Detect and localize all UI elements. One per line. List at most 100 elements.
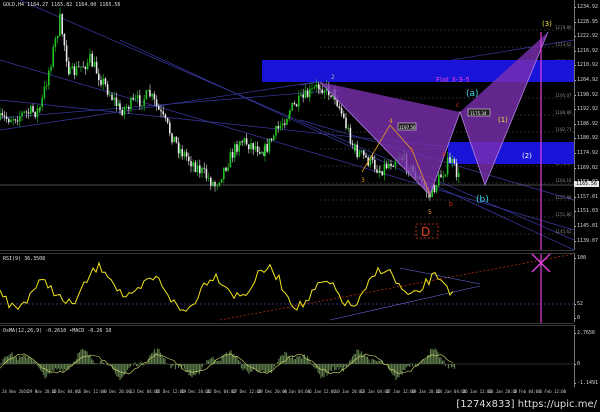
candle-body <box>356 144 358 158</box>
fib-level-label: 1164.16 <box>555 178 572 183</box>
price-tick: 1198.92 <box>575 91 599 98</box>
candle-body <box>50 66 52 71</box>
price-chart-canvas: 1219.801213.621207.441201.261195.071188.… <box>0 0 574 250</box>
candle-body <box>73 66 76 76</box>
candle-body <box>54 38 57 48</box>
candle-body <box>376 169 378 173</box>
candle-body <box>279 125 282 129</box>
rsi-pane[interactable]: RSI(9) 36.3508 <box>0 253 574 324</box>
support-zone <box>448 142 574 164</box>
pattern-name-label: Flat 3-3-5 <box>436 76 470 84</box>
candle-body <box>43 86 46 98</box>
candle-body <box>16 120 19 122</box>
price-tick: 1180.92 <box>575 135 599 142</box>
candle-body <box>442 176 444 178</box>
fib-level-label: 1151.80 <box>555 212 572 217</box>
rsi-axis: 100 52 0 <box>574 253 600 322</box>
candle-body <box>435 185 438 193</box>
candle-body <box>59 14 61 15</box>
candle-body <box>75 66 78 76</box>
candle-body <box>25 111 28 113</box>
candle-body <box>121 109 123 116</box>
rsi-tick: 100 <box>575 255 587 261</box>
point-d-label: D <box>421 225 430 239</box>
fib-level-label: 1213.62 <box>555 42 572 47</box>
candle-body <box>264 144 266 156</box>
candle-body <box>238 145 240 152</box>
candle-body <box>160 109 162 112</box>
candle-body <box>125 107 128 108</box>
candle-body <box>227 167 229 171</box>
candle-body <box>385 164 388 169</box>
price-tick: 1139.07 <box>575 237 599 244</box>
candle-body <box>277 126 279 129</box>
candle-body <box>98 73 100 81</box>
candle-body <box>34 111 36 117</box>
candle-body <box>5 116 8 119</box>
candle-body <box>48 70 50 86</box>
candle-body <box>223 167 225 180</box>
candle-body <box>349 127 352 144</box>
candle-body <box>80 66 82 68</box>
candle-body <box>201 167 203 174</box>
candle-body <box>203 167 205 169</box>
candle-body <box>95 61 98 74</box>
candle-body <box>330 95 332 97</box>
time-tick: 19 Dec 20:00 <box>181 389 211 394</box>
candle-body <box>119 103 121 110</box>
candle-body <box>205 168 208 179</box>
candle-body <box>266 144 268 152</box>
candle-body <box>181 149 183 157</box>
candle-body <box>153 93 156 100</box>
osma-tick: 2.7656 <box>575 330 596 336</box>
candle-body <box>82 66 84 68</box>
time-tick: 4 Jan 04:00 <box>283 389 311 394</box>
candle-body <box>304 90 307 98</box>
candle-body <box>343 113 345 118</box>
candle-body <box>56 36 59 39</box>
time-tick: 13 Dec 04:00 <box>130 389 159 394</box>
candle-body <box>371 157 374 160</box>
candle-body <box>91 53 93 67</box>
candle-body <box>23 111 25 113</box>
fib-level-label: 1157.98 <box>555 195 572 200</box>
candle-body <box>139 95 141 106</box>
wave-a-label: (a) <box>466 89 479 99</box>
osma-pane[interactable]: OsMA(12,26,9) -0.2610 •MACD -0.26 10 <box>0 325 574 388</box>
candle-body <box>248 144 250 150</box>
candle-body <box>300 94 302 96</box>
candle-body <box>358 151 361 158</box>
time-tick: 6 Jan 12:00 <box>309 389 336 394</box>
candle-body <box>65 45 68 62</box>
candle-body <box>147 90 150 92</box>
candle-body <box>1 113 3 116</box>
candle-body <box>12 119 14 121</box>
candle-body <box>229 151 232 168</box>
candle-body <box>225 167 227 171</box>
candle-body <box>449 157 451 163</box>
candle-body <box>347 127 349 129</box>
candle-body <box>281 123 284 126</box>
fib-level-label: 1145.62 <box>555 229 572 234</box>
candle-body <box>102 78 104 85</box>
candle-body <box>444 174 447 177</box>
candle-body <box>128 107 130 110</box>
candle-body <box>27 112 30 114</box>
candle-body <box>109 94 111 96</box>
candle-body <box>104 78 107 85</box>
candle-body <box>21 112 23 117</box>
time-tick: 10 Jan 20:00 <box>334 389 364 394</box>
candle-body <box>390 163 392 167</box>
time-tick: 8 Dec 20:00 <box>104 389 131 394</box>
candle-body <box>194 162 197 173</box>
candle-body <box>63 33 66 46</box>
time-tick: 19 Jan 20:00 <box>411 389 441 394</box>
candle-body <box>383 164 386 176</box>
candle-body <box>340 107 343 114</box>
price-chart-pane[interactable]: 1219.801213.621207.441201.261195.071188.… <box>0 0 574 251</box>
candle-body <box>171 133 173 143</box>
price-axis[interactable]: 1234.92 1228.95 1222.92 1216.92 1210.92 1204.… <box>574 0 600 250</box>
rsi-tick: 0 <box>575 315 581 321</box>
candle-body <box>254 146 257 150</box>
candle-body <box>256 146 259 153</box>
